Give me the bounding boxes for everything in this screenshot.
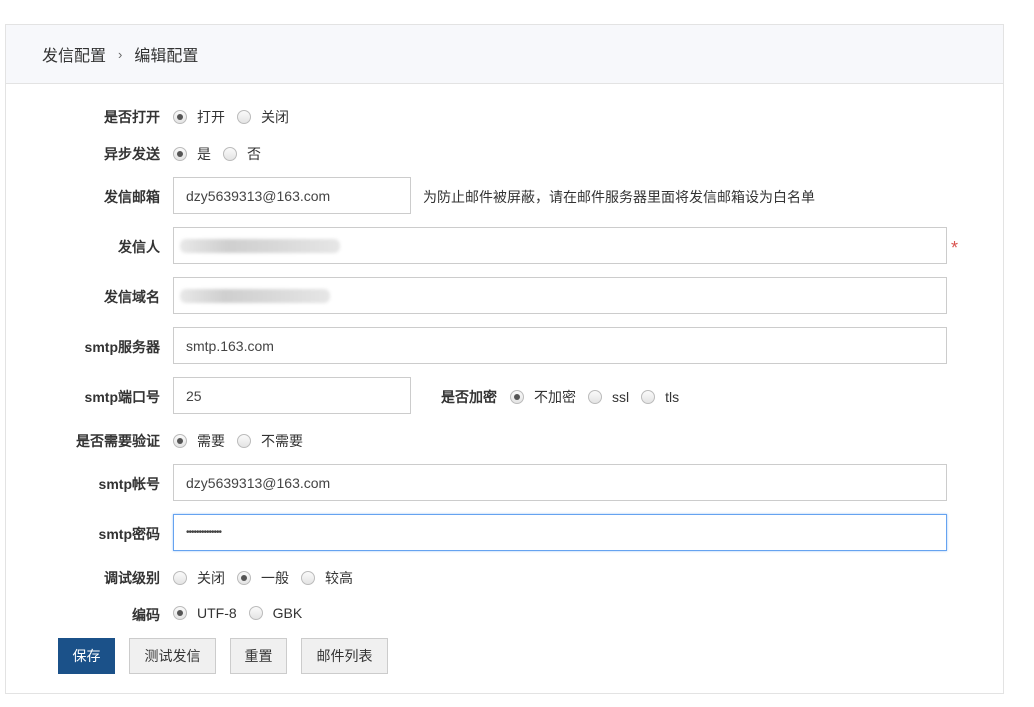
async-label: 异步发送 bbox=[104, 146, 160, 162]
auth-option-no[interactable]: 不需要 bbox=[237, 431, 303, 451]
breadcrumb-parent[interactable]: 发信配置 bbox=[42, 42, 106, 66]
debug-level-label: 调试级别 bbox=[104, 570, 160, 586]
sender-email-label: 发信邮箱 bbox=[104, 189, 160, 205]
breadcrumb-current: 编辑配置 bbox=[134, 48, 199, 65]
chevron-right-icon: › bbox=[118, 46, 123, 62]
option-label: 需要 bbox=[197, 433, 225, 449]
option-label: 不加密 bbox=[534, 389, 576, 405]
radio-icon[interactable] bbox=[588, 390, 602, 404]
smtp-port-label: smtp端口号 bbox=[84, 389, 160, 405]
option-label: ssl bbox=[612, 389, 630, 405]
debug-option-off[interactable]: 关闭 bbox=[173, 568, 225, 588]
smtp-account-label: smtp帐号 bbox=[98, 476, 160, 492]
sender-domain-label: 发信域名 bbox=[104, 289, 160, 305]
smtp-account-input[interactable]: dzy5639313@163.com bbox=[173, 464, 947, 501]
enabled-radio-group: 打开 关闭 bbox=[173, 107, 301, 127]
auth-label: 是否需要验证 bbox=[76, 433, 160, 449]
debug-level-radio-group: 关闭 一般 较高 bbox=[173, 568, 365, 588]
encryption-radio-group: 不加密 ssl tls bbox=[510, 387, 691, 407]
auth-radio-group: 需要 不需要 bbox=[173, 431, 315, 451]
enabled-option-off[interactable]: 关闭 bbox=[237, 107, 289, 127]
smtp-server-input[interactable]: smtp.163.com bbox=[173, 327, 947, 364]
option-label: 关闭 bbox=[261, 109, 289, 125]
option-label: 否 bbox=[247, 146, 261, 162]
reset-button[interactable]: 重置 bbox=[230, 638, 287, 674]
encryption-label: 是否加密 bbox=[441, 389, 497, 405]
debug-option-normal[interactable]: 一般 bbox=[237, 568, 289, 588]
smtp-password-label: smtp密码 bbox=[98, 526, 160, 542]
async-radio-group: 是 否 bbox=[173, 144, 273, 164]
option-label: 打开 bbox=[197, 109, 225, 125]
sender-name-input[interactable] bbox=[173, 227, 947, 264]
sender-name-label: 发信人 bbox=[118, 239, 160, 255]
option-label: 关闭 bbox=[197, 570, 225, 586]
encoding-radio-group: UTF-8 GBK bbox=[173, 605, 314, 621]
async-option-no[interactable]: 否 bbox=[223, 144, 261, 164]
required-mark: * bbox=[951, 238, 959, 258]
encoding-option-gbk[interactable]: GBK bbox=[248, 605, 303, 621]
auth-option-yes[interactable]: 需要 bbox=[173, 431, 225, 451]
mail-list-button[interactable]: 邮件列表 bbox=[301, 638, 388, 674]
breadcrumb: 发信配置 › 编辑配置 bbox=[6, 25, 1003, 84]
sender-email-input[interactable]: dzy5639313@163.com bbox=[173, 177, 411, 214]
radio-icon[interactable] bbox=[173, 571, 187, 585]
radio-icon[interactable] bbox=[173, 434, 187, 448]
sender-email-hint: 为防止邮件被屏蔽，请在邮件服务器里面将发信邮箱设为白名单 bbox=[423, 189, 815, 205]
radio-icon[interactable] bbox=[248, 606, 263, 620]
radio-icon[interactable] bbox=[237, 571, 251, 585]
encoding-label: 编码 bbox=[132, 607, 160, 623]
option-label: 不需要 bbox=[261, 433, 303, 449]
encryption-option-tls[interactable]: tls bbox=[641, 389, 679, 405]
radio-icon[interactable] bbox=[510, 390, 524, 404]
radio-icon[interactable] bbox=[173, 147, 187, 161]
encryption-option-none[interactable]: 不加密 bbox=[510, 387, 576, 407]
option-label: UTF-8 bbox=[197, 605, 237, 621]
test-send-button[interactable]: 测试发信 bbox=[129, 638, 216, 674]
radio-icon[interactable] bbox=[641, 390, 656, 404]
redacted-value bbox=[180, 288, 330, 303]
save-button[interactable]: 保存 bbox=[58, 638, 115, 674]
option-label: tls bbox=[665, 389, 680, 405]
smtp-password-input[interactable]: •••••••••••••• bbox=[173, 514, 947, 551]
radio-icon[interactable] bbox=[223, 147, 237, 161]
async-option-yes[interactable]: 是 bbox=[173, 144, 211, 164]
enabled-label: 是否打开 bbox=[104, 109, 160, 125]
enabled-option-on[interactable]: 打开 bbox=[173, 107, 225, 127]
option-label: GBK bbox=[272, 605, 303, 621]
encryption-option-ssl[interactable]: ssl bbox=[588, 389, 629, 405]
radio-icon[interactable] bbox=[237, 110, 251, 124]
radio-icon[interactable] bbox=[237, 434, 251, 448]
radio-icon[interactable] bbox=[173, 606, 187, 620]
radio-icon[interactable] bbox=[173, 110, 187, 124]
smtp-server-label: smtp服务器 bbox=[84, 339, 160, 355]
option-label: 一般 bbox=[261, 570, 289, 586]
option-label: 较高 bbox=[325, 570, 353, 586]
sender-domain-input[interactable] bbox=[173, 277, 947, 314]
option-label: 是 bbox=[197, 146, 211, 162]
radio-icon[interactable] bbox=[301, 571, 315, 585]
redacted-value bbox=[180, 238, 340, 253]
encoding-option-utf8[interactable]: UTF-8 bbox=[173, 605, 237, 621]
debug-option-high[interactable]: 较高 bbox=[301, 568, 353, 588]
